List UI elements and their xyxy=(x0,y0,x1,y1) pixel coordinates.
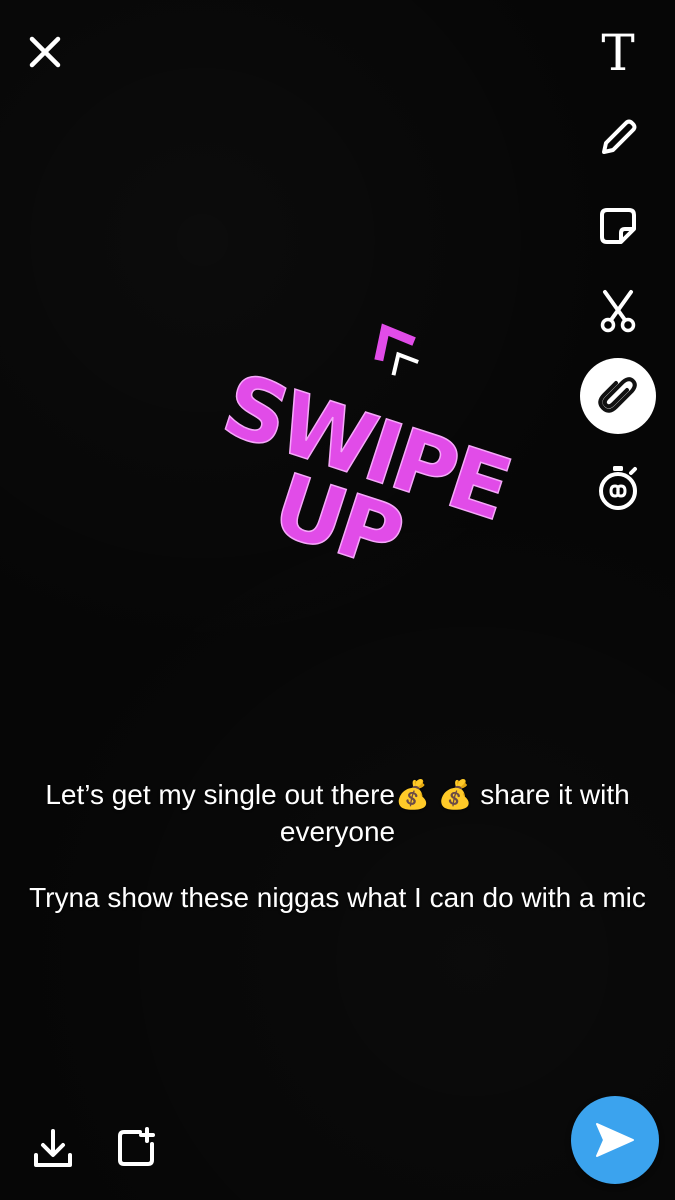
scissors-icon xyxy=(600,290,636,333)
save-button[interactable] xyxy=(25,1120,81,1176)
close-button[interactable] xyxy=(15,22,75,82)
editing-toolbar: T xyxy=(573,0,663,530)
draw-tool-button[interactable] xyxy=(580,100,656,176)
close-icon xyxy=(29,36,61,68)
sticker-icon xyxy=(600,208,636,244)
add-story-icon xyxy=(118,1127,155,1166)
text-icon: T xyxy=(601,24,635,82)
attachment-tool-button[interactable] xyxy=(580,358,656,434)
swipe-up-sticker[interactable]: SWIPE UP xyxy=(200,320,540,610)
caption-text[interactable]: Let’s get my single out there💰 💰 share i… xyxy=(0,776,675,850)
download-icon xyxy=(34,1129,72,1167)
attachment-tool-active-disc xyxy=(580,358,656,434)
add-to-story-button[interactable] xyxy=(108,1120,164,1176)
stopwatch-icon xyxy=(599,466,637,510)
send-button[interactable] xyxy=(571,1096,659,1184)
paperclip-icon xyxy=(598,377,637,413)
double-chevron-up-icon xyxy=(374,323,419,376)
send-arrow-icon xyxy=(596,1123,634,1157)
snap-preview-screen: T SWIPE UP Let’s get my single out there… xyxy=(0,0,675,1200)
caption-text[interactable]: Tryna show these niggas what I can do wi… xyxy=(0,879,675,916)
sticker-tool-button[interactable] xyxy=(580,188,656,264)
pencil-icon xyxy=(602,119,637,154)
text-tool-button[interactable]: T xyxy=(580,15,656,91)
scissors-tool-button[interactable] xyxy=(580,273,656,349)
timer-tool-button[interactable] xyxy=(580,450,656,526)
